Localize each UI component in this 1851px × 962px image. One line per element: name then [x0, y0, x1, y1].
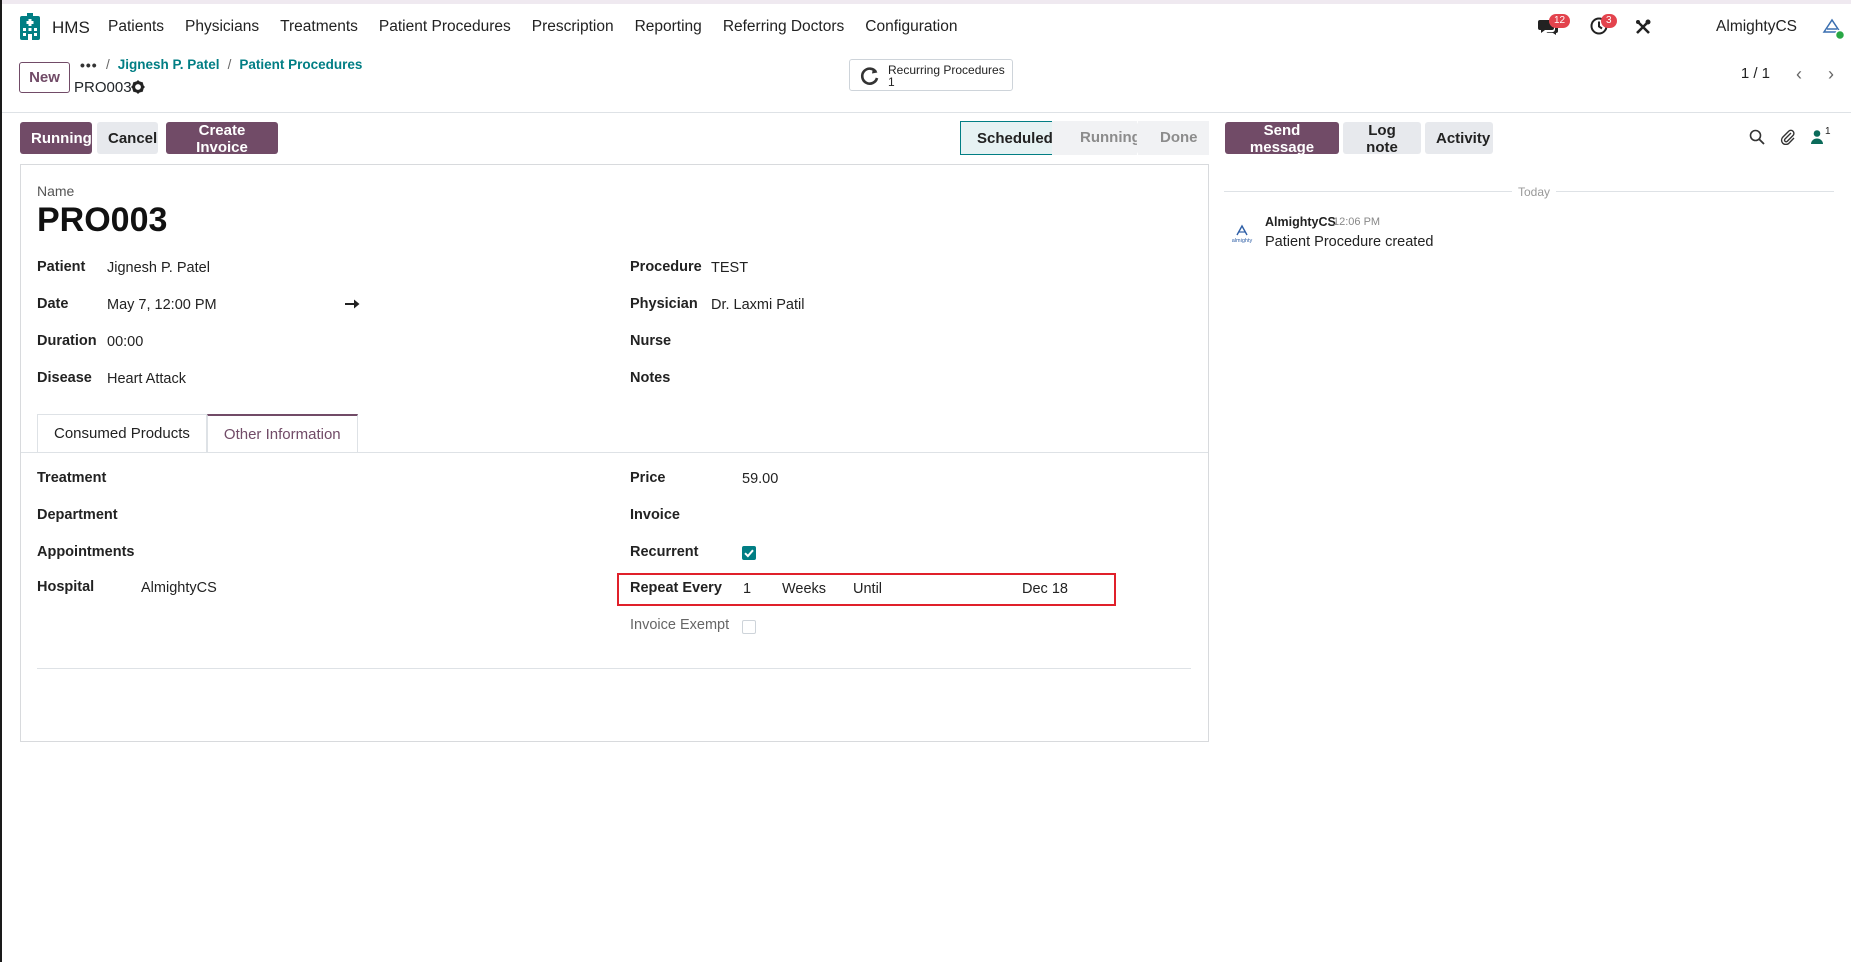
pager-previous-icon[interactable]: ‹ — [1785, 60, 1813, 88]
navbar-systray: 12 3 AlmightyCS — [1531, 4, 1851, 49]
pager-value[interactable]: 1 / 1 — [1741, 65, 1770, 82]
invoice-exempt-label: Invoice Exempt — [630, 617, 730, 633]
recurring-procedures-label: Recurring Procedures — [888, 63, 1005, 77]
invoice-exempt-checkbox[interactable] — [742, 620, 756, 634]
duration-field[interactable]: 00:00 — [107, 334, 143, 350]
menu-physicians[interactable]: Physicians — [185, 18, 259, 36]
refresh-icon — [861, 67, 879, 85]
cancel-button[interactable]: Cancel — [97, 122, 158, 154]
menu-prescription[interactable]: Prescription — [532, 18, 614, 36]
nurse-label: Nurse — [630, 333, 672, 349]
form-sheet: Name PRO003 Patient Jignesh P. Patel Dat… — [20, 164, 1209, 742]
company-name[interactable]: AlmightyCS — [1716, 18, 1797, 36]
procedure-label: Procedure — [630, 259, 702, 275]
hospital-icon[interactable] — [18, 13, 42, 41]
breadcrumb-separator: / — [227, 57, 232, 72]
stage-scheduled[interactable]: Scheduled — [960, 121, 1066, 155]
app-brand[interactable]: HMS — [52, 18, 90, 38]
notes-label: Notes — [630, 370, 671, 386]
avatar[interactable] — [1821, 16, 1845, 40]
stage-running[interactable]: Running — [1052, 121, 1149, 155]
stage-label: Done — [1160, 129, 1198, 146]
patient-label: Patient — [37, 259, 86, 275]
message-author[interactable]: AlmightyCS — [1265, 215, 1336, 229]
avatar-text: almighty — [1232, 238, 1253, 244]
procedure-field[interactable]: TEST — [711, 260, 748, 276]
main-navbar: HMS Patients Physicians Treatments Patie… — [2, 4, 1851, 49]
breadcrumb-patient[interactable]: Jignesh P. Patel — [118, 57, 220, 72]
new-button[interactable]: New — [19, 62, 70, 93]
paperclip-icon[interactable] — [1780, 129, 1796, 145]
breadcrumb: / Jignesh P. Patel / Patient Procedures — [106, 57, 362, 72]
date-start-field[interactable]: May 7, 12:00 PM — [107, 297, 217, 313]
disease-label: Disease — [37, 370, 92, 386]
invoice-label: Invoice — [630, 507, 680, 523]
disease-field[interactable]: Heart Attack — [107, 371, 186, 387]
search-icon[interactable] — [1749, 129, 1765, 145]
breadcrumb-patient-procedures[interactable]: Patient Procedures — [239, 57, 362, 72]
breadcrumb-more[interactable]: ••• — [80, 57, 98, 73]
date-label: Date — [37, 296, 69, 312]
menu-patient-procedures[interactable]: Patient Procedures — [379, 18, 511, 36]
running-button[interactable]: Running — [20, 122, 92, 154]
message-author-avatar[interactable]: almighty — [1228, 220, 1256, 248]
tools-icon[interactable] — [1635, 19, 1651, 35]
status-bar: Scheduled Running Done — [960, 121, 1209, 155]
stage-label: Running — [1080, 129, 1141, 146]
log-note-button[interactable]: Log note — [1343, 122, 1421, 156]
recurring-procedures-button[interactable]: Recurring Procedures 1 — [849, 59, 1013, 91]
department-label: Department — [37, 507, 118, 523]
tab-consumed-products[interactable]: Consumed Products — [37, 414, 207, 452]
stage-done[interactable]: Done — [1138, 121, 1209, 155]
breadcrumb-separator: / — [106, 57, 110, 72]
duration-label: Duration — [37, 333, 97, 349]
physician-field[interactable]: Dr. Laxmi Patil — [711, 297, 804, 313]
tab-other-information[interactable]: Other Information — [206, 414, 358, 452]
recurrent-label: Recurrent — [630, 544, 699, 560]
menu-patients[interactable]: Patients — [108, 18, 164, 36]
gear-icon[interactable] — [131, 80, 145, 94]
main-menu: Patients Physicians Treatments Patient P… — [108, 18, 978, 36]
followers-icon[interactable] — [1810, 129, 1824, 145]
date-separator: Today — [1224, 185, 1836, 199]
message-body: Patient Procedure created — [1265, 234, 1434, 250]
create-invoice-button[interactable]: Create Invoice — [166, 122, 278, 156]
name-field[interactable]: PRO003 — [37, 201, 167, 240]
name-label: Name — [37, 183, 75, 199]
menu-configuration[interactable]: Configuration — [865, 18, 957, 36]
message-time: 12:06 PM — [1333, 216, 1381, 228]
form-divider — [37, 668, 1191, 669]
activity-button[interactable]: Activity — [1425, 122, 1493, 154]
control-panel: New ••• / Jignesh P. Patel / Patient Pro… — [2, 49, 1851, 113]
messages-badge: 12 — [1549, 14, 1571, 28]
physician-label: Physician — [630, 296, 698, 312]
followers-count: 1 — [1825, 126, 1831, 137]
patient-field[interactable]: Jignesh P. Patel — [107, 260, 210, 276]
hospital-field[interactable]: AlmightyCS — [141, 580, 217, 596]
repeat-every-highlight — [617, 573, 1116, 606]
appointments-label: Appointments — [37, 544, 135, 560]
tab-divider — [21, 452, 1208, 453]
price-label: Price — [630, 470, 666, 486]
menu-reporting[interactable]: Reporting — [635, 18, 702, 36]
activities-badge: 3 — [1601, 14, 1617, 28]
menu-treatments[interactable]: Treatments — [280, 18, 358, 36]
stage-label: Scheduled — [977, 130, 1053, 147]
check-icon — [744, 549, 754, 558]
treatment-label: Treatment — [37, 470, 107, 486]
recurrent-checkbox[interactable] — [742, 546, 756, 560]
hospital-label: Hospital — [37, 579, 95, 595]
price-field[interactable]: 59.00 — [742, 471, 778, 487]
date-separator-label: Today — [1512, 185, 1557, 199]
pager-next-icon[interactable]: › — [1817, 60, 1845, 88]
recurring-procedures-count: 1 — [888, 75, 895, 89]
record-title: PRO003 — [74, 79, 132, 96]
arrow-right-icon — [345, 299, 360, 309]
send-message-button[interactable]: Send message — [1225, 122, 1339, 156]
menu-referring-doctors[interactable]: Referring Doctors — [723, 18, 844, 36]
notebook-tabs: Consumed Products Other Information — [37, 414, 358, 452]
